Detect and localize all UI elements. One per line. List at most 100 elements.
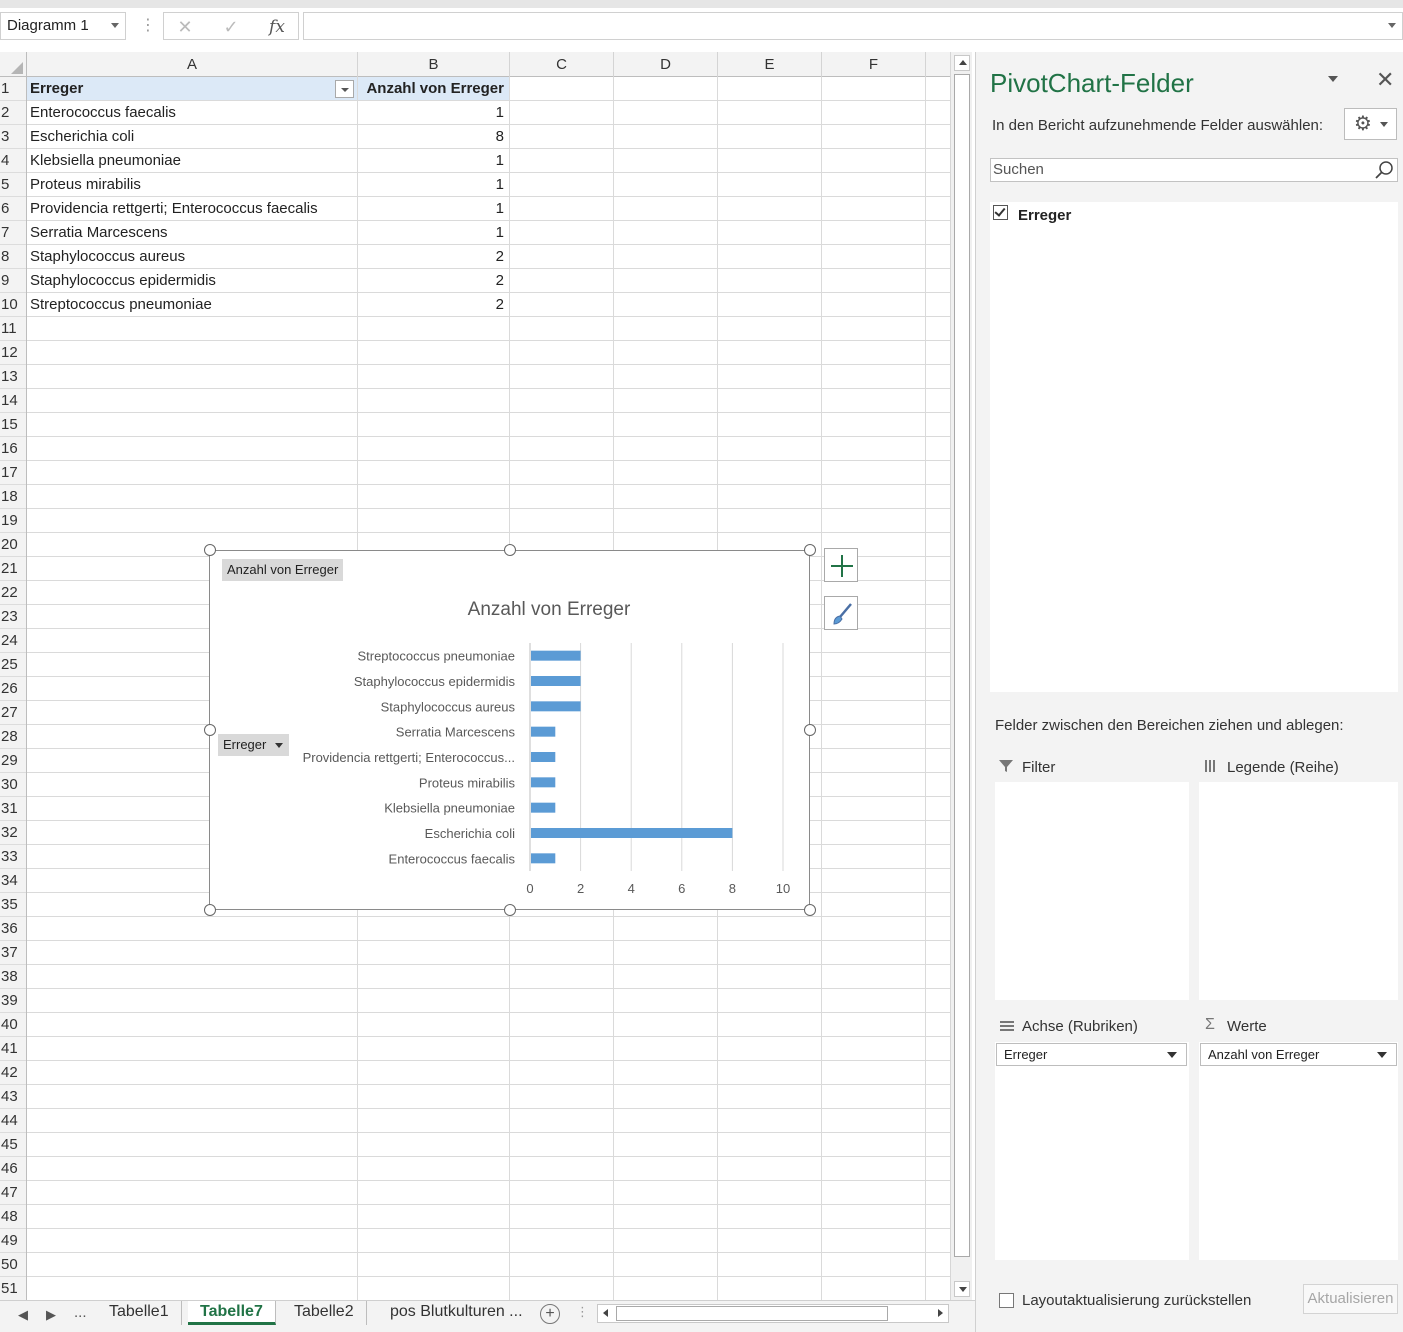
row-header[interactable]: 29 — [0, 749, 26, 773]
row-header[interactable]: 18 — [0, 485, 26, 509]
row-label-filter-button[interactable] — [335, 80, 354, 98]
column-header-c[interactable]: C — [510, 52, 614, 77]
row-header[interactable]: 6 — [0, 197, 26, 221]
row-header[interactable]: 23 — [0, 605, 26, 629]
bar[interactable] — [531, 777, 556, 788]
filter-drop-area[interactable] — [995, 782, 1189, 1000]
row-header[interactable]: 10 — [0, 293, 26, 317]
name-box[interactable]: Diagramm 1 — [0, 12, 126, 40]
column-header-a[interactable]: A — [27, 52, 358, 77]
row-header[interactable]: 44 — [0, 1109, 26, 1133]
resize-handle-bottom-left[interactable] — [204, 904, 216, 916]
update-button[interactable]: Aktualisieren — [1303, 1284, 1398, 1314]
chevron-down-icon[interactable] — [1167, 1052, 1177, 1058]
row-header[interactable]: 7 — [0, 221, 26, 245]
bar[interactable] — [531, 752, 556, 762]
pivot-value-cell[interactable]: 8 — [358, 125, 506, 149]
field-checkbox[interactable] — [993, 205, 1008, 220]
row-header[interactable]: 31 — [0, 797, 26, 821]
pivot-value-cell[interactable]: 1 — [358, 197, 506, 221]
row-header[interactable]: 28 — [0, 725, 26, 749]
pivot-value-cell[interactable]: 2 — [358, 293, 506, 317]
axis-drop-area[interactable]: Erreger — [995, 1042, 1189, 1260]
row-header[interactable]: 38 — [0, 965, 26, 989]
pivot-row-label[interactable]: Escherichia coli — [30, 125, 355, 149]
row-header[interactable]: 42 — [0, 1061, 26, 1085]
row-header[interactable]: 19 — [0, 509, 26, 533]
row-header[interactable]: 33 — [0, 845, 26, 869]
row-header[interactable]: 13 — [0, 365, 26, 389]
row-header[interactable]: 51 — [0, 1277, 26, 1300]
vertical-scrollbar[interactable] — [950, 52, 972, 1300]
resize-handle-bottom[interactable] — [504, 904, 516, 916]
bar[interactable] — [531, 853, 556, 864]
value-field-button[interactable]: Anzahl von Erreger — [222, 559, 344, 581]
add-sheet-button[interactable]: + — [540, 1304, 560, 1324]
row-header[interactable]: 49 — [0, 1229, 26, 1253]
bar[interactable] — [531, 802, 556, 813]
scroll-left-icon[interactable] — [603, 1309, 608, 1317]
row-header[interactable]: 1 — [0, 77, 26, 101]
search-input[interactable]: Suchen — [990, 158, 1398, 182]
pivot-row-label[interactable]: Providencia rettgerti; Enterococcus faec… — [30, 197, 355, 221]
resize-handle-top[interactable] — [504, 544, 516, 556]
pivot-row-label[interactable]: Klebsiella pneumoniae — [30, 149, 355, 173]
bar[interactable] — [531, 726, 556, 737]
pivot-value-header[interactable]: Anzahl von Erreger — [358, 77, 506, 101]
resize-handle-left[interactable] — [204, 724, 216, 736]
formula-bar-grip-icon[interactable]: ⋮ — [140, 16, 156, 36]
search-icon[interactable] — [1374, 160, 1394, 180]
horizontal-scrollbar[interactable] — [597, 1304, 949, 1323]
previous-sheet-button[interactable]: ◀ — [18, 1307, 28, 1323]
row-header[interactable]: 35 — [0, 893, 26, 917]
pivot-row-label[interactable]: Serratia Marcescens — [30, 221, 355, 245]
pivot-value-cell[interactable]: 1 — [358, 149, 506, 173]
scroll-right-icon[interactable] — [938, 1309, 943, 1317]
more-sheets-button[interactable]: ... — [74, 1304, 87, 1321]
row-header[interactable]: 27 — [0, 701, 26, 725]
horizontal-scroll-thumb[interactable] — [616, 1306, 888, 1321]
column-header-e[interactable]: E — [718, 52, 822, 77]
column-header-f[interactable]: F — [822, 52, 926, 77]
column-header-b[interactable]: B — [358, 52, 510, 77]
row-header[interactable]: 5 — [0, 173, 26, 197]
chart-elements-button[interactable] — [824, 548, 858, 582]
row-header[interactable]: 22 — [0, 581, 26, 605]
cancel-button[interactable]: ✕ — [170, 15, 200, 39]
row-header[interactable]: 36 — [0, 917, 26, 941]
pane-options-icon[interactable] — [1328, 76, 1338, 82]
scroll-up-button[interactable] — [954, 55, 970, 71]
resize-handle-top-right[interactable] — [804, 544, 816, 556]
row-header[interactable]: 50 — [0, 1253, 26, 1277]
row-header[interactable]: 15 — [0, 413, 26, 437]
next-sheet-button[interactable]: ▶ — [46, 1307, 56, 1323]
tab-splitter-icon[interactable]: ⋮ — [576, 1304, 589, 1320]
scroll-down-button[interactable] — [954, 1281, 970, 1297]
defer-update-checkbox[interactable] — [999, 1293, 1014, 1308]
row-header[interactable]: 40 — [0, 1013, 26, 1037]
insert-function-button[interactable]: fx — [262, 15, 292, 39]
expand-formula-icon[interactable] — [1388, 23, 1396, 28]
pivot-chart[interactable]: Anzahl von Erreger 0 2 4 6 8 10 Enterococcus fa… — [209, 550, 810, 910]
pivot-value-cell[interactable]: 1 — [358, 101, 506, 125]
bar[interactable] — [531, 701, 581, 712]
row-header[interactable]: 8 — [0, 245, 26, 269]
row-header[interactable]: 47 — [0, 1181, 26, 1205]
pivot-row-label[interactable]: Staphylococcus epidermidis — [30, 269, 355, 293]
formula-input[interactable] — [303, 12, 1403, 40]
sheet-tab-tabelle1[interactable]: Tabelle1 — [97, 1301, 182, 1325]
values-field-pill[interactable]: Anzahl von Erreger — [1200, 1043, 1397, 1066]
bar[interactable] — [531, 676, 581, 686]
row-header[interactable]: 46 — [0, 1157, 26, 1181]
row-header[interactable]: 37 — [0, 941, 26, 965]
values-drop-area[interactable]: Anzahl von Erreger — [1199, 1042, 1398, 1260]
pivot-row-label[interactable]: Enterococcus faecalis — [30, 101, 355, 125]
legend-drop-area[interactable] — [1199, 782, 1398, 1000]
row-header[interactable]: 2 — [0, 101, 26, 125]
chart-styles-button[interactable] — [824, 596, 858, 630]
sheet-tab-tabelle7[interactable]: Tabelle7 — [188, 1301, 276, 1325]
sheet-tab-tabelle2[interactable]: Tabelle2 — [282, 1301, 367, 1325]
row-header[interactable]: 43 — [0, 1085, 26, 1109]
pivot-row-label[interactable]: Proteus mirabilis — [30, 173, 355, 197]
chart-title[interactable]: Anzahl von Erreger — [468, 599, 631, 620]
